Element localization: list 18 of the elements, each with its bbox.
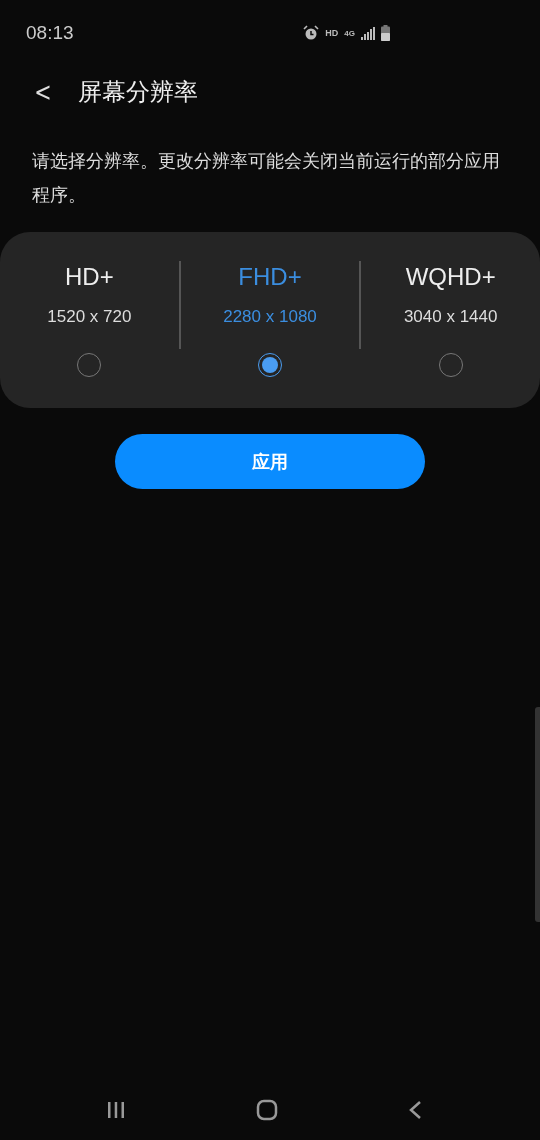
hd-indicator: HD bbox=[325, 28, 339, 38]
back-icon[interactable] bbox=[408, 1100, 422, 1120]
alarm-clock-icon bbox=[303, 25, 320, 41]
signal-icon bbox=[361, 26, 375, 40]
resolution-name: WQHD+ bbox=[405, 263, 496, 291]
recent-apps-icon[interactable] bbox=[106, 1101, 126, 1119]
home-icon[interactable] bbox=[256, 1099, 278, 1121]
battery-icon bbox=[381, 25, 390, 41]
page-title: 屏幕分辨率 bbox=[77, 77, 198, 107]
resolution-name: FHD+ bbox=[238, 263, 302, 291]
resolution-value: 1520 x 720 bbox=[47, 307, 132, 327]
network-indicator: 4G bbox=[344, 28, 355, 38]
resolution-value: 3040 x 1440 bbox=[403, 307, 498, 327]
status-time: 08:13 bbox=[26, 22, 74, 44]
resolution-value: 2280 x 1080 bbox=[223, 307, 317, 327]
resolution-name: HD+ bbox=[65, 263, 114, 291]
description-text: 请选择分辨率。更改分辨率可能会关闭当前运行的部分应用程序。 bbox=[32, 150, 501, 207]
back-button[interactable]: < bbox=[29, 77, 57, 107]
